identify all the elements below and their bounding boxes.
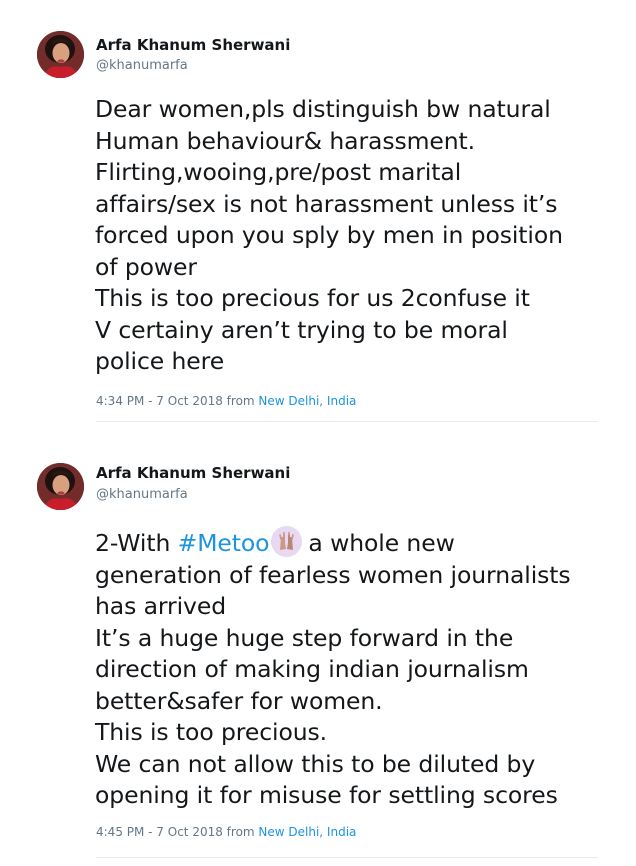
tweet-text: Dear women,pls distinguish bw natural Hu… — [95, 94, 615, 378]
tweet-location-link[interactable]: New Delhi, India — [258, 825, 356, 839]
tweet-text-line: It’s a huge huge step forward in the — [95, 623, 514, 652]
tweet-text-line: forced upon you sply by men in position — [95, 221, 563, 249]
author-name[interactable]: Arfa Khanum Sherwani — [96, 464, 290, 482]
tweet-text-line: This is too precious for us 2confuse it — [95, 284, 530, 312]
tweet-text-line: 2-With #Metoo a whole new — [95, 526, 615, 560]
tweet-text-line: V certainy aren’t trying to be moral — [95, 315, 508, 344]
tweet-text-line: Dear women,pls distinguish bw natural — [95, 95, 551, 123]
tweet-metadata: 4:34 PM - 7 Oct 2018 from New Delhi, Ind… — [96, 394, 356, 408]
tweet-text-line: has arrived — [95, 592, 227, 620]
tweet-text-line: Human behaviour& harassment. — [95, 126, 476, 155]
tweet-text-line: This is too precious. — [95, 718, 328, 746]
tweet-text-line: generation of fearless women journalists — [95, 560, 571, 589]
tweet-text-line: We can not allow this to be diluted by — [95, 749, 536, 778]
tweet-text-line: affairs/sex is not harassment unless it’… — [95, 189, 558, 218]
author-avatar[interactable] — [37, 31, 84, 78]
tweet-location-link[interactable]: New Delhi, India — [258, 394, 356, 408]
tweet-text-line: direction of making indian journalism — [95, 655, 529, 683]
author-avatar[interactable] — [37, 463, 84, 510]
tweet[interactable]: Arfa Khanum Sherwani @khanumarfa 2-With … — [0, 433, 636, 866]
divider — [96, 421, 598, 422]
raised-hands-emoji-icon — [271, 526, 303, 557]
divider — [96, 857, 598, 858]
tweet[interactable]: Arfa Khanum Sherwani @khanumarfa Dear wo… — [0, 0, 636, 432]
tweet-text-line: of power — [95, 252, 197, 281]
tweet-text-line: Flirting,wooing,pre/post marital — [95, 158, 462, 186]
author-name[interactable]: Arfa Khanum Sherwani — [96, 36, 290, 54]
tweet-text-line: police here — [95, 347, 225, 375]
avatar-photo-icon — [37, 463, 84, 510]
author-handle[interactable]: @khanumarfa — [96, 58, 188, 73]
tweet-text-prefix: 2-With — [95, 529, 178, 557]
author-handle[interactable]: @khanumarfa — [96, 487, 188, 502]
tweet-text: 2-With #Metoo a whole new generation of … — [95, 526, 615, 812]
tweet-metadata: 4:45 PM - 7 Oct 2018 from New Delhi, Ind… — [96, 825, 356, 839]
tweet-timestamp[interactable]: 4:45 PM - 7 Oct 2018 from — [96, 825, 258, 839]
tweet-text-suffix: a whole new — [308, 529, 455, 557]
tweet-text-line: opening it for misuse for settling score… — [95, 781, 558, 809]
tweet-timestamp[interactable]: 4:34 PM - 7 Oct 2018 from — [96, 394, 258, 408]
avatar-photo-icon — [37, 31, 84, 78]
hashtag-link[interactable]: #Metoo — [178, 529, 270, 557]
tweet-text-line: better&safer for women. — [95, 686, 383, 715]
